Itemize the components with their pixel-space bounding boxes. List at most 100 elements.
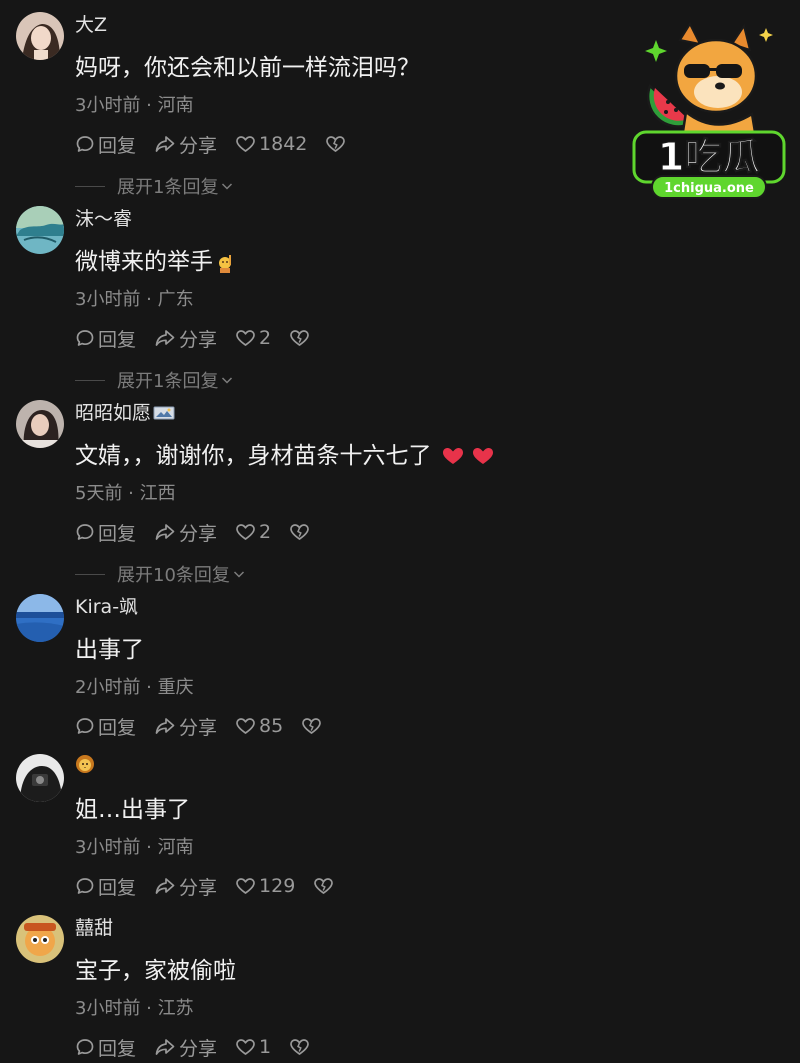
comment-meta: 3小时前 · 江苏	[75, 998, 194, 1019]
avatar[interactable]	[16, 594, 64, 642]
dislike-button[interactable]	[325, 134, 349, 154]
avatar[interactable]	[16, 206, 64, 254]
lion-face-emoji	[76, 755, 94, 773]
heart-icon	[236, 136, 255, 152]
broken-heart-icon	[290, 330, 309, 346]
like-count: 1842	[259, 133, 308, 155]
comment-meta: 3小时前 · 河南	[75, 95, 194, 116]
dislike-button[interactable]	[289, 522, 313, 542]
comment-text: 微博来的举手	[75, 246, 237, 278]
comment-meta: 3小时前 · 河南	[75, 837, 194, 858]
username[interactable]: 大Z	[75, 12, 107, 38]
comment-bubble-icon	[76, 878, 94, 894]
dislike-button[interactable]	[301, 716, 325, 736]
broken-heart-icon	[290, 1039, 309, 1055]
heart-icon	[236, 878, 255, 894]
share-button[interactable]: 分享	[154, 131, 217, 158]
like-count: 1	[259, 1036, 272, 1058]
broken-heart-icon	[290, 524, 309, 540]
comment-text: 妈呀，你还会和以前一样流泪吗？	[75, 55, 420, 81]
share-arrow-icon	[155, 330, 175, 346]
broken-heart-icon	[314, 878, 334, 894]
share-button[interactable]: 分享	[154, 1034, 217, 1061]
share-button[interactable]: 分享	[154, 325, 217, 352]
comment-actions: 回复 分享 1842	[75, 131, 349, 157]
comment-actions: 回复 分享 2	[75, 519, 313, 545]
reply-button[interactable]: 回复	[75, 873, 136, 900]
comment-item: 沫～睿 微博来的举手 3小时前 · 广东 回复 分享 2 展开1条回复	[0, 206, 800, 392]
logo-text: 1吃瓜	[658, 135, 760, 179]
red-heart-emoji	[472, 448, 493, 464]
photo-badge-icon	[153, 406, 175, 420]
chevron-down-icon	[222, 183, 233, 190]
divider	[75, 185, 105, 187]
username[interactable]: 昭昭如愿	[75, 400, 175, 426]
comment-bubble-icon	[76, 330, 94, 346]
like-button[interactable]: 2	[235, 521, 271, 543]
watermark-logo: 1吃瓜 1chigua.one	[628, 20, 790, 200]
heart-icon	[236, 718, 255, 734]
like-button[interactable]: 2	[235, 327, 271, 349]
like-button[interactable]: 1842	[235, 133, 307, 155]
comment-meta: 3小时前 · 广东	[75, 289, 194, 310]
chevron-down-icon	[233, 571, 244, 578]
heart-icon	[236, 1039, 255, 1055]
broken-heart-icon	[302, 718, 322, 734]
avatar[interactable]	[16, 400, 64, 448]
comment-item: Kira-飒 出事了 2小时前 · 重庆 回复 分享 85	[0, 594, 800, 744]
username[interactable]: 沫～睿	[75, 206, 132, 232]
reply-button[interactable]: 回复	[75, 325, 136, 352]
like-button[interactable]: 1	[235, 1036, 271, 1058]
username[interactable]	[75, 754, 95, 774]
share-arrow-icon	[155, 878, 175, 894]
divider	[75, 573, 105, 575]
username[interactable]: 囍甜	[75, 915, 113, 941]
reply-button[interactable]: 回复	[75, 519, 136, 546]
heart-icon	[236, 330, 255, 346]
comment-text: 姐…出事了	[75, 797, 190, 823]
dislike-button[interactable]	[313, 876, 337, 896]
like-count: 129	[259, 875, 296, 897]
comment-bubble-icon	[76, 1039, 94, 1055]
avatar[interactable]	[16, 915, 64, 963]
chevron-down-icon	[222, 377, 233, 384]
avatar[interactable]	[16, 754, 64, 802]
comment-actions: 回复 分享 85	[75, 713, 325, 739]
like-count: 85	[259, 715, 284, 737]
reply-button[interactable]: 回复	[75, 1034, 136, 1061]
comment-item: 姐…出事了 3小时前 · 河南 回复 分享 129	[0, 754, 800, 904]
like-button[interactable]: 85	[235, 715, 283, 737]
comment-actions: 回复 分享 2	[75, 325, 313, 351]
share-button[interactable]: 分享	[154, 873, 217, 900]
comment-text: 文婧，，谢谢你，身材苗条十六七了	[75, 440, 496, 472]
like-count: 2	[259, 521, 272, 543]
like-button[interactable]: 129	[235, 875, 295, 897]
reply-button[interactable]: 回复	[75, 131, 136, 158]
expand-replies[interactable]: 展开1条回复	[75, 368, 234, 392]
comment-text: 宝子，家被偷啦	[75, 958, 236, 984]
raised-hand-emoji	[219, 255, 231, 273]
share-arrow-icon	[155, 136, 175, 152]
broken-heart-icon	[326, 136, 346, 152]
comment-feed: 大Z 妈呀，你还会和以前一样流泪吗？ 3小时前 · 河南 回复 分享 1842 …	[0, 0, 800, 1063]
username[interactable]: Kira-飒	[75, 594, 138, 620]
comment-item: 昭昭如愿 文婧，，谢谢你，身材苗条十六七了 5天前 · 江西 回复 分享 2 展…	[0, 400, 800, 586]
dislike-button[interactable]	[289, 1037, 313, 1057]
share-button[interactable]: 分享	[154, 519, 217, 546]
logo-domain: 1chigua.one	[664, 181, 754, 196]
share-arrow-icon	[155, 524, 175, 540]
share-arrow-icon	[155, 718, 175, 734]
reply-button[interactable]: 回复	[75, 713, 136, 740]
dislike-button[interactable]	[289, 328, 313, 348]
comment-bubble-icon	[76, 718, 94, 734]
comment-bubble-icon	[76, 524, 94, 540]
comment-meta: 2小时前 · 重庆	[75, 677, 194, 698]
comment-text: 出事了	[75, 637, 144, 663]
share-button[interactable]: 分享	[154, 713, 217, 740]
avatar[interactable]	[16, 12, 64, 60]
comment-meta: 5天前 · 江西	[75, 483, 176, 504]
expand-replies[interactable]: 展开1条回复	[75, 174, 234, 198]
expand-replies[interactable]: 展开10条回复	[75, 562, 246, 586]
red-heart-emoji	[442, 448, 463, 464]
divider	[75, 379, 105, 381]
